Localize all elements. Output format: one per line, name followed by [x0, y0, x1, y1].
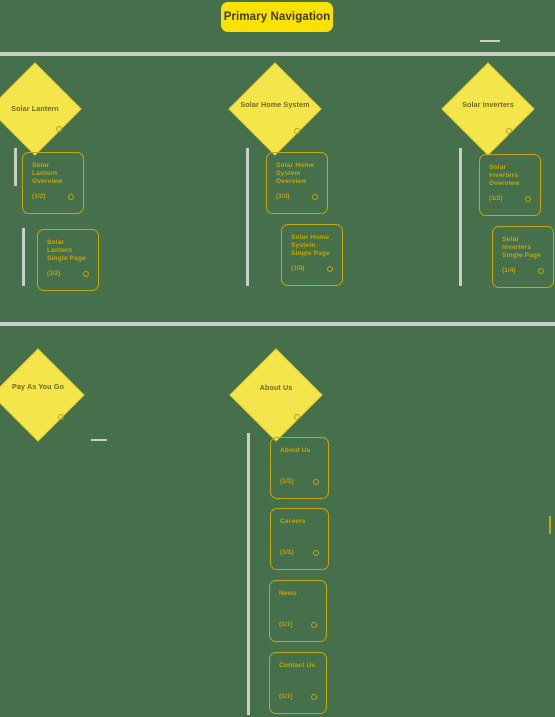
page-card-title: Solar Home System Overview — [276, 162, 315, 186]
page-card-count: (1/1) — [280, 478, 294, 485]
connector-stub-pay-as-you-go — [91, 439, 107, 441]
node-pay-as-you-go-dot-icon — [58, 414, 64, 420]
section-divider-top — [0, 52, 555, 56]
page-card-dot-icon — [525, 196, 531, 202]
page-card-count: (1/3) — [291, 265, 305, 272]
page-card-count: (1/3) — [276, 193, 290, 200]
page-card-dot-icon — [83, 271, 89, 277]
node-solar-home-system[interactable] — [228, 62, 322, 156]
page-card-solar-home-overview[interactable]: Solar Home System Overview (1/3) — [266, 152, 328, 214]
page-card-title: Contact Us — [279, 662, 316, 669]
page-card-title: News — [279, 590, 297, 597]
page-card-dot-icon — [311, 694, 317, 700]
page-card-about-us[interactable]: About Us (1/1) — [270, 437, 329, 499]
page-card-dot-icon — [312, 194, 318, 200]
page-card-dot-icon — [68, 194, 74, 200]
section-divider-middle — [0, 322, 555, 326]
node-about-us[interactable] — [229, 348, 323, 442]
page-card-contact-us[interactable]: Contact Us (1/1) — [269, 652, 327, 714]
page-card-title: Solar Inverters Overview — [489, 164, 520, 188]
node-solar-lantern[interactable] — [0, 62, 82, 156]
node-pay-as-you-go[interactable] — [0, 348, 85, 442]
page-card-count: (1/2) — [32, 193, 46, 200]
page-card-dot-icon — [311, 622, 317, 628]
page-card-dot-icon — [538, 268, 544, 274]
connector-edge-right — [549, 516, 551, 534]
page-card-solar-lantern-overview[interactable]: Solar Lantern Overview (1/2) — [22, 152, 84, 214]
page-card-solar-home-single[interactable]: Solar Home System Single Page (1/3) — [281, 224, 343, 286]
sitemap-canvas: Primary Navigation Solar Lantern Solar L… — [0, 0, 555, 717]
page-card-dot-icon — [327, 266, 333, 272]
page-card-title: Solar Lantern Single Page — [47, 239, 87, 263]
page-card-solar-inverters-overview[interactable]: Solar Inverters Overview (1/2) — [479, 154, 541, 216]
node-about-us-dot-icon — [294, 414, 300, 420]
page-card-title: Careers — [280, 518, 306, 525]
page-card-count: (1/2) — [47, 270, 61, 277]
page-card-news[interactable]: News (1/1) — [269, 580, 327, 642]
page-card-count: (1/2) — [489, 195, 503, 202]
page-card-count: (1/1) — [280, 549, 294, 556]
page-card-title: Solar Inverters Single Page — [502, 236, 542, 260]
node-solar-home-system-dot-icon — [294, 128, 300, 134]
connector-solar-inverters-trunk — [459, 148, 462, 286]
primary-navigation-pill[interactable]: Primary Navigation — [221, 2, 333, 32]
page-card-count: (1/1) — [279, 693, 293, 700]
page-card-dot-icon — [313, 550, 319, 556]
node-solar-inverters[interactable] — [441, 62, 535, 156]
page-card-count: (1/4) — [502, 267, 516, 274]
page-card-count: (1/1) — [279, 621, 293, 628]
node-solar-inverters-dot-icon — [506, 128, 512, 134]
page-card-solar-lantern-single[interactable]: Solar Lantern Single Page (1/2) — [37, 229, 99, 291]
connector-stub-top-right — [480, 40, 500, 42]
page-card-title: About Us — [280, 447, 311, 454]
connector-solar-home-trunk — [246, 148, 249, 286]
page-card-solar-inverters-single[interactable]: Solar Inverters Single Page (1/4) — [492, 226, 554, 288]
page-card-title: Solar Lantern Overview — [32, 162, 63, 186]
primary-navigation-label: Primary Navigation — [223, 11, 331, 23]
page-card-dot-icon — [313, 479, 319, 485]
page-card-title: Solar Home System Single Page — [291, 234, 331, 258]
connector-solar-lantern-trunk — [14, 148, 17, 186]
connector-solar-lantern-branch — [22, 228, 25, 286]
connector-about-us-trunk — [247, 433, 250, 715]
page-card-careers[interactable]: Careers (1/1) — [270, 508, 329, 570]
node-solar-lantern-dot-icon — [56, 126, 62, 132]
